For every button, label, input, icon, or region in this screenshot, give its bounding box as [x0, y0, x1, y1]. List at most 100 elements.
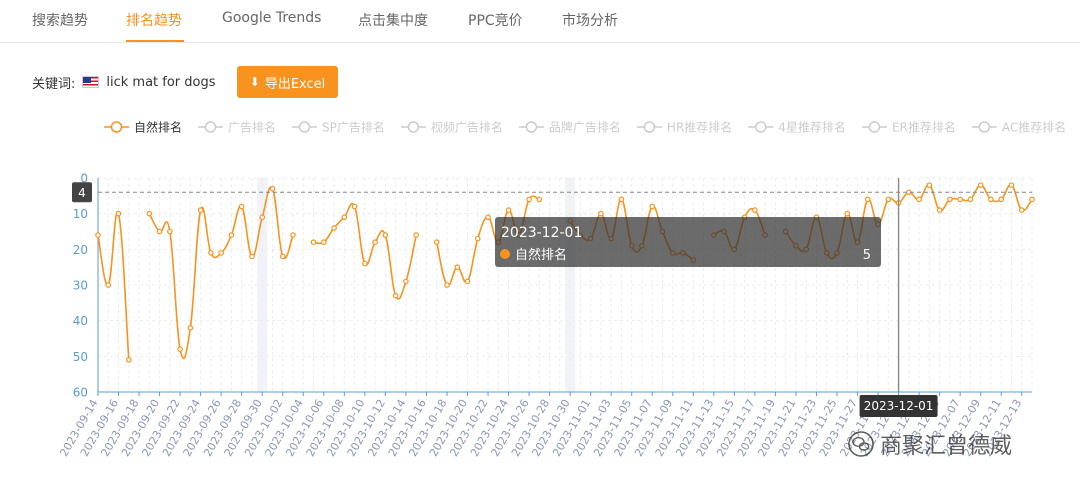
legend-item-label[interactable]: SP广告排名 [322, 120, 385, 135]
data-point [526, 196, 532, 203]
data-point [977, 182, 984, 188]
tab-bar: 搜索趋势 排名趋势 Google Trends 点击集中度 PPC竞价 市场分析 [0, 0, 1080, 43]
legend-marker [407, 121, 420, 133]
data-point [505, 207, 512, 213]
legend-item-label[interactable]: 广告排名 [228, 120, 276, 135]
data-point [156, 228, 163, 235]
legend-marker [868, 121, 881, 133]
data-point [957, 196, 963, 203]
data-point [331, 225, 337, 231]
crosshair-x-label: 2023-12-01 [864, 399, 934, 413]
tooltip-series-marker [500, 249, 510, 259]
data-point [598, 210, 604, 217]
data-point [177, 346, 183, 353]
legend-marker [110, 121, 123, 133]
data-point [105, 282, 112, 288]
watermark-text: 商聚汇曾德威 [880, 434, 1013, 459]
data-point [454, 264, 461, 270]
data-point [885, 196, 892, 203]
active-tab-indicator [126, 40, 184, 42]
data-point [187, 325, 194, 331]
tab-click-concentration[interactable]: 点击集中度 [358, 10, 428, 30]
legend-marker [643, 121, 656, 133]
data-point [844, 210, 851, 217]
data-point [95, 232, 101, 238]
legend-marker [755, 121, 767, 133]
data-point [485, 214, 491, 221]
data-point [474, 235, 481, 242]
keyword-value: lick mat for dogs [106, 74, 216, 90]
tab-search-trend[interactable]: 搜索趋势 [32, 10, 88, 30]
data-point [1008, 182, 1015, 188]
legend-item-label[interactable]: AC推荐排名 [1002, 120, 1066, 135]
tooltip-value: 5 [863, 248, 871, 263]
export-excel-label: 导出Excel [264, 76, 326, 92]
data-point [916, 196, 922, 203]
legend-item-label[interactable]: 视频广告排名 [431, 120, 503, 135]
data-point [259, 214, 266, 221]
wechat-logo-icon [848, 431, 874, 457]
data-point [238, 203, 245, 210]
watermark: 商聚汇曾德威 [848, 428, 1012, 460]
data-point [536, 196, 543, 203]
tooltip-series-name: 自然排名 [515, 247, 567, 263]
data-point [464, 278, 471, 285]
data-point [967, 196, 974, 203]
crosshair-y-label: 4 [78, 186, 86, 200]
data-point [947, 196, 953, 203]
data-point [864, 196, 871, 203]
legend-marker [978, 121, 991, 133]
series-line-segment [97, 211, 130, 360]
download-icon: ⬇ [249, 75, 260, 89]
us-flag-icon [82, 76, 100, 88]
data-point [351, 203, 358, 210]
data-point [341, 214, 348, 221]
keyword-row: 关键词: lick mat for dogs [32, 67, 216, 97]
legend-marker [204, 121, 217, 133]
data-point [228, 232, 235, 238]
y-tick-label: 60 [73, 386, 88, 400]
data-point [218, 250, 224, 256]
data-point [310, 239, 317, 246]
data-point [413, 232, 419, 238]
legend-item-label[interactable]: ER推荐排名 [892, 120, 956, 135]
y-tick-label: 10 [73, 207, 88, 221]
data-point [392, 292, 399, 299]
legend-marker [525, 121, 538, 133]
keyword-label: 关键词: [32, 76, 76, 92]
y-tick-label: 20 [73, 243, 88, 257]
y-tick-label: 50 [73, 350, 88, 364]
legend-item-label[interactable]: 自然排名 [134, 120, 182, 135]
y-tick-label: 40 [73, 314, 88, 328]
data-point [926, 182, 933, 188]
data-point [362, 260, 368, 267]
data-point [382, 232, 389, 238]
data-point [167, 228, 173, 235]
data-point [936, 207, 943, 213]
data-point [403, 278, 409, 285]
legend-marker [298, 121, 311, 133]
data-point [321, 239, 327, 246]
data-point [146, 210, 153, 217]
data-point [279, 253, 286, 260]
data-point [290, 232, 296, 238]
data-point [433, 239, 440, 246]
data-point [372, 239, 378, 246]
data-point [197, 207, 204, 213]
data-point [269, 185, 276, 192]
tooltip-title: 2023-12-01 [501, 225, 582, 241]
data-point [988, 196, 994, 203]
data-point [125, 357, 132, 363]
data-point [998, 196, 1005, 203]
legend-item-label[interactable]: 品牌广告排名 [549, 120, 621, 135]
tab-google-trends[interactable]: Google Trends [222, 10, 321, 26]
export-excel-button[interactable]: ⬇ 导出Excel [237, 66, 338, 98]
series-line-segment [148, 186, 294, 360]
data-point [1018, 207, 1025, 213]
tab-ppc-bid[interactable]: PPC竞价 [468, 10, 523, 30]
legend-item-label[interactable]: 4星推荐排名 [778, 120, 846, 135]
data-point [208, 250, 214, 256]
legend-item-label[interactable]: HR推荐排名 [667, 120, 732, 135]
tab-rank-trend[interactable]: 排名趋势 [126, 10, 182, 30]
tab-market-analysis[interactable]: 市场分析 [562, 10, 618, 30]
